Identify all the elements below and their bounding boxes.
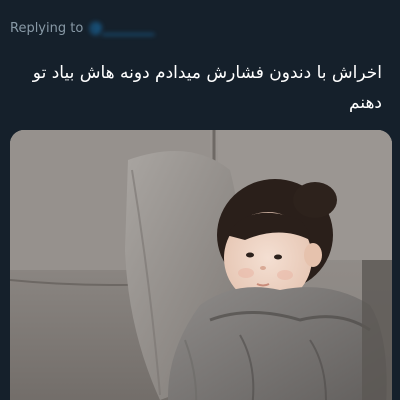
photo-illustration xyxy=(10,130,392,400)
tweet-screen: Replying to @________ اخراش با دندون فشا… xyxy=(0,0,400,400)
replying-to-label: Replying to xyxy=(10,20,84,36)
tweet-body-text: اخراش با دندون فشارش میدادم دونه هاش بیا… xyxy=(32,63,382,113)
tweet-photo[interactable] xyxy=(10,130,392,400)
reply-handle-link[interactable]: @________ xyxy=(89,21,154,36)
replying-to-row: Replying to @________ xyxy=(10,18,154,38)
